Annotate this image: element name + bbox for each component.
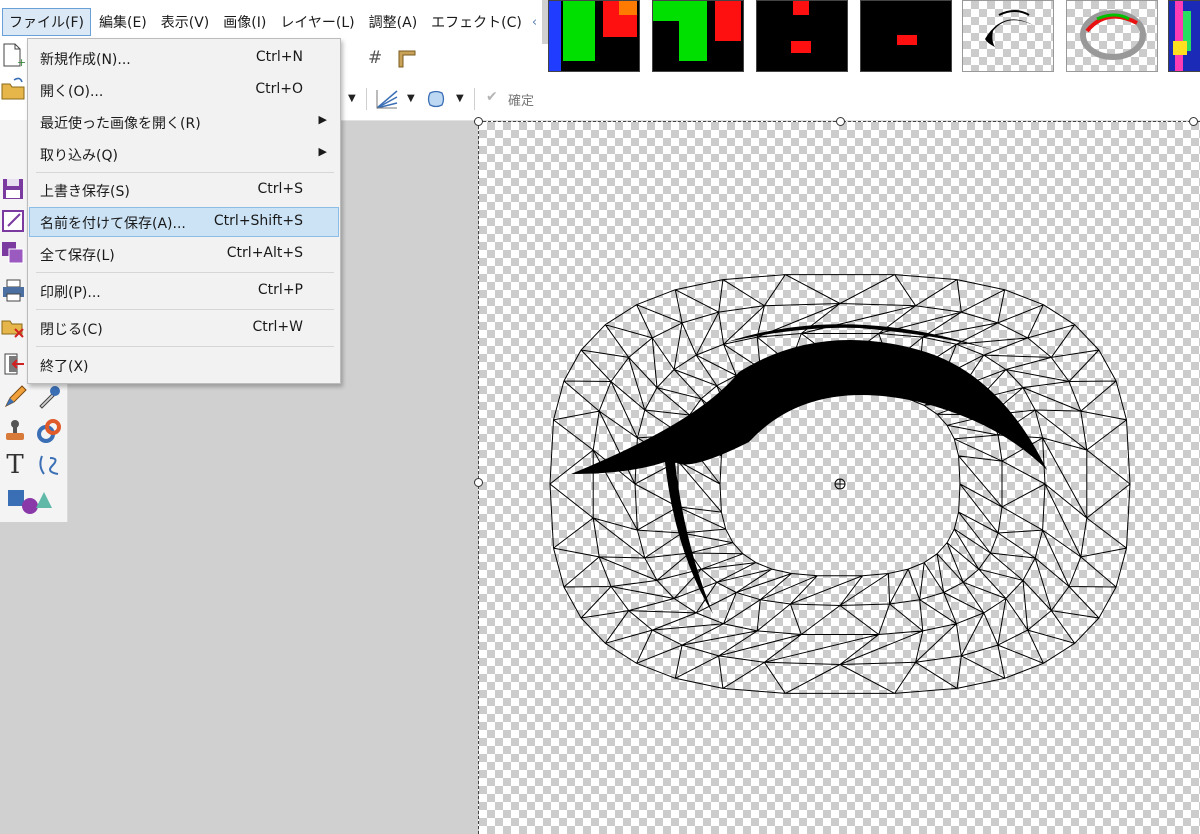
save-as-icon — [2, 210, 24, 232]
menu-item-new[interactable]: 新規作成(N)... Ctrl+N — [29, 43, 339, 73]
menu-item-exit[interactable]: 終了(X) — [29, 350, 339, 380]
menu-separator — [36, 172, 334, 173]
grid-icon[interactable]: # — [368, 48, 382, 68]
dropdown-arrow-icon[interactable]: ▼ — [407, 93, 415, 104]
selection-mode-icon[interactable] — [426, 89, 446, 109]
image-thumbnail[interactable] — [962, 0, 1054, 72]
checkmark-icon: ✔ — [486, 89, 498, 105]
confirm-button[interactable]: 確定 — [508, 90, 534, 109]
resize-handle[interactable] — [836, 117, 845, 126]
menu-item-open[interactable]: 開く(O)... Ctrl+O — [29, 75, 339, 105]
resize-handle[interactable] — [1189, 117, 1198, 126]
pencil-icon[interactable] — [2, 384, 28, 410]
menu-item-close[interactable]: 閉じる(C) Ctrl+W — [29, 313, 339, 343]
image-thumbnail[interactable] — [1066, 0, 1158, 72]
resize-handle[interactable] — [474, 478, 483, 487]
dropdown-arrow-icon[interactable]: ▼ — [348, 93, 356, 104]
menu-item-recent[interactable]: 最近使った画像を開く(R) ▶ — [29, 107, 339, 137]
file-menu-dropdown: 新規作成(N)... Ctrl+N 開く(O)... Ctrl+O 最近使った画… — [27, 38, 341, 384]
image-thumbnail[interactable] — [1168, 0, 1200, 72]
new-file-icon: + — [3, 43, 26, 69]
menu-effect[interactable]: エフェクト(C) — [425, 9, 528, 35]
image-tabs-strip — [548, 0, 1200, 74]
submenu-arrow-icon: ▶ — [318, 145, 327, 158]
chevron-left-icon[interactable]: ‹ — [532, 15, 537, 30]
exit-icon — [4, 353, 24, 375]
image-thumbnail[interactable] — [860, 0, 952, 72]
save-icon — [3, 179, 23, 199]
menu-adjust[interactable]: 調整(A) — [363, 9, 424, 35]
mesh-warp-grid[interactable] — [479, 122, 1200, 834]
menu-item-print[interactable]: 印刷(P)... Ctrl+P — [29, 276, 339, 306]
image-thumbnail[interactable] — [548, 0, 640, 72]
menu-separator — [36, 346, 334, 347]
image-canvas[interactable] — [474, 117, 1200, 834]
toolbar-separator — [366, 88, 367, 110]
menu-file[interactable]: ファイル(F) — [2, 8, 91, 36]
menu-edit[interactable]: 編集(E) — [93, 9, 153, 35]
menu-item-save-as[interactable]: 名前を付けて保存(A)... Ctrl+Shift+S — [29, 207, 339, 237]
ruler-icon[interactable] — [398, 50, 416, 68]
line-curve-icon[interactable] — [36, 452, 62, 478]
menu-item-save-all[interactable]: 全て保存(L) Ctrl+Alt+S — [29, 239, 339, 269]
menu-image[interactable]: 画像(I) — [217, 9, 272, 35]
recolor-icon[interactable] — [36, 418, 62, 444]
submenu-arrow-icon: ▶ — [318, 113, 327, 126]
menu-separator — [36, 272, 334, 273]
image-thumbnail[interactable] — [756, 0, 848, 72]
menu-item-save[interactable]: 上書き保存(S) Ctrl+S — [29, 175, 339, 205]
line-style-icon[interactable] — [375, 88, 399, 110]
clone-stamp-icon[interactable] — [2, 418, 28, 444]
print-icon — [3, 279, 24, 302]
toolbar-separator — [474, 88, 475, 110]
center-marker-icon[interactable] — [834, 478, 846, 490]
open-folder-icon — [1, 77, 25, 100]
save-all-icon — [2, 242, 24, 264]
menu-layer[interactable]: レイヤー(L) — [274, 9, 360, 35]
menu-view[interactable]: 表示(V) — [155, 9, 216, 35]
resize-handle[interactable] — [474, 117, 483, 126]
menu-item-import[interactable]: 取り込み(Q) ▶ — [29, 139, 339, 169]
dropdown-arrow-icon[interactable]: ▼ — [456, 93, 464, 104]
eyelid-stroke — [571, 339, 1047, 614]
close-folder-icon — [1, 320, 24, 338]
menu-separator — [36, 309, 334, 310]
text-icon[interactable]: T — [2, 452, 28, 478]
color-picker-icon[interactable] — [36, 384, 62, 410]
image-thumbnail[interactable] — [652, 0, 744, 72]
svg-text:+: + — [17, 56, 26, 69]
shapes-icon[interactable] — [6, 486, 54, 516]
